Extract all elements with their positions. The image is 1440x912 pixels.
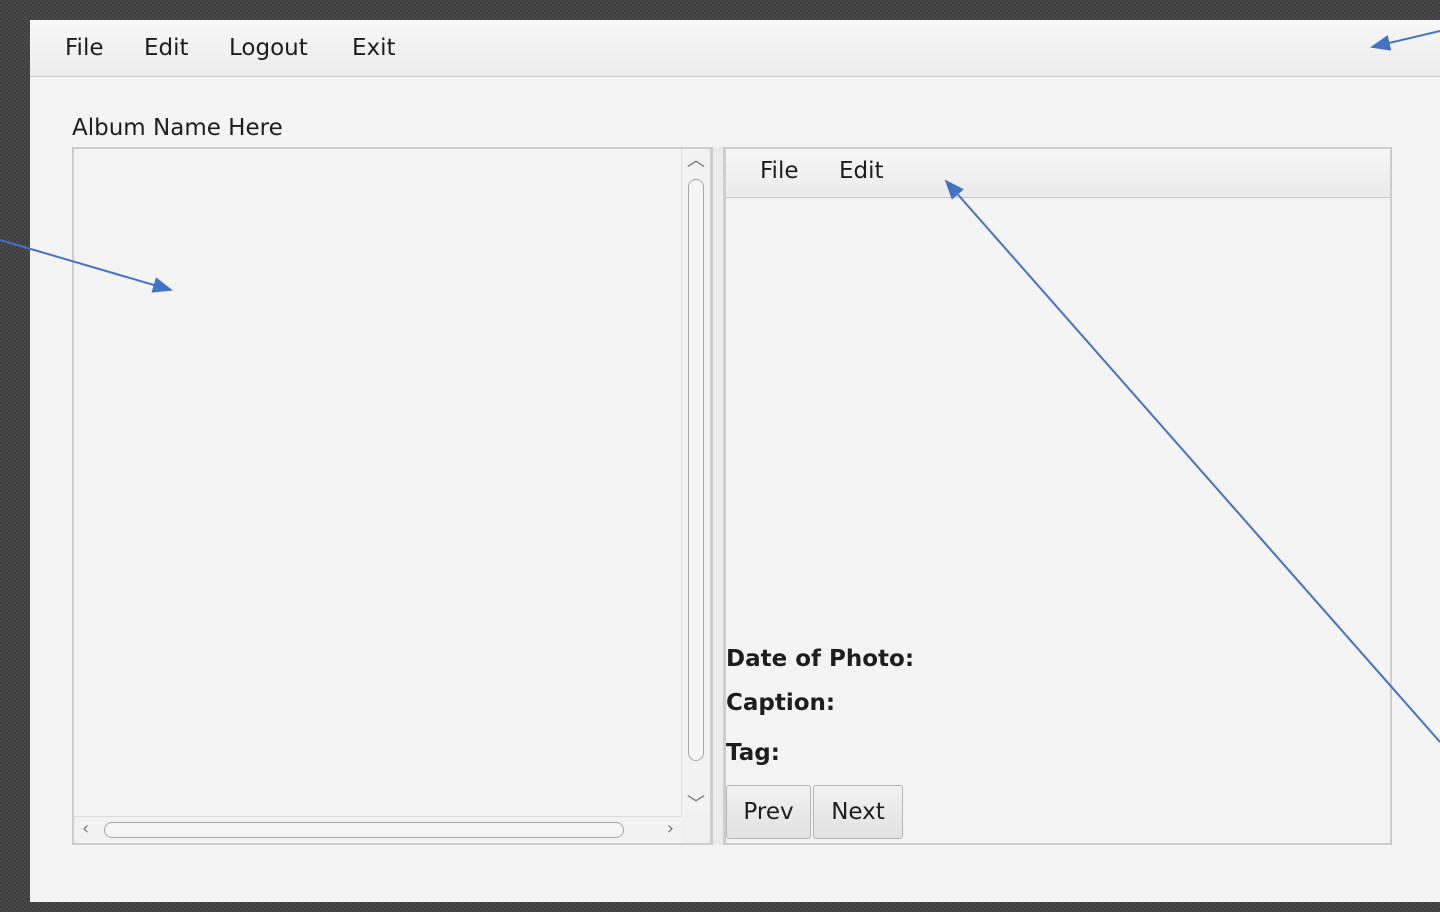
annotation-arrows: [0, 30, 1440, 743]
annotation-arrow-menubar: [1370, 30, 1440, 51]
annotation-arrow-photo-menubar: [944, 179, 1440, 743]
annotation-arrow-list: [0, 239, 173, 293]
